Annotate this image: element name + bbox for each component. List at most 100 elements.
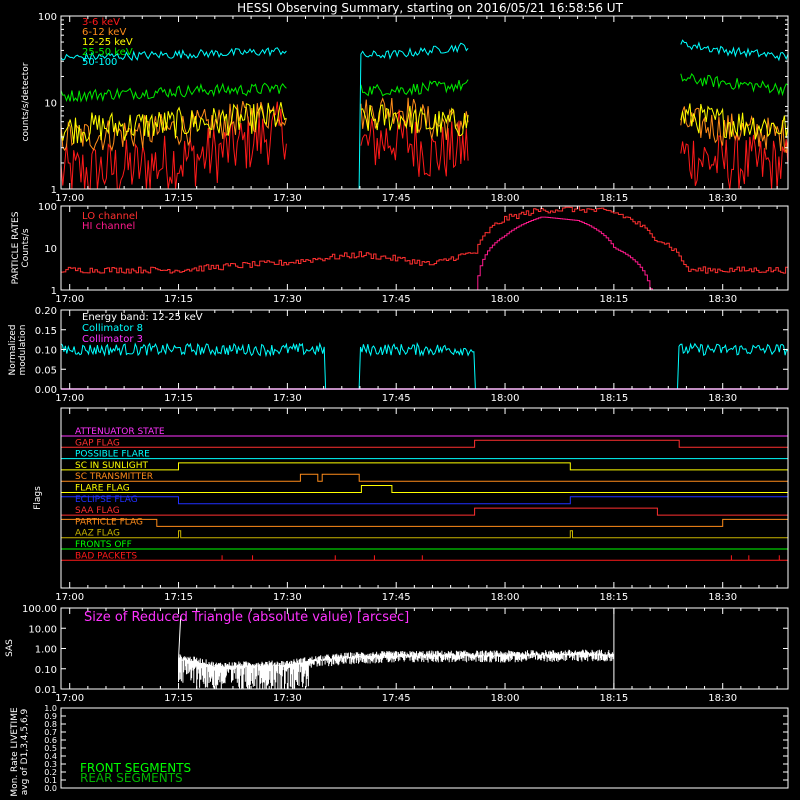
y-tick-label: 0.10 [35,346,57,357]
modulation-ylabel-line: modulation [18,325,28,376]
flag-label: SAA FLAG [75,506,120,516]
plot-area: HESSI Observing Summary, starting on 201… [5,1,789,797]
series-line-3 [60,72,789,103]
y-tick-label: 10 [44,99,57,110]
sas-ylabel-line: SAS [5,639,15,657]
chart-title: HESSI Observing Summary, starting on 201… [237,1,623,15]
series-line-collimator-8 [60,341,789,390]
y-tick-label: 1.00 [35,645,57,656]
y-tick-label: 1 [51,185,57,196]
x-tick-label: 17:15 [164,294,193,305]
x-tick-label: 17:45 [382,294,411,305]
x-tick-label: 18:15 [599,193,628,204]
legend-label: HI channel [82,221,135,232]
particle-frame [60,205,789,291]
y-tick-label: 100 [38,12,57,23]
x-tick-label: 17:15 [164,393,193,404]
x-tick-label: 17:30 [273,193,302,204]
y-tick-label: 100 [38,202,57,213]
x-tick-label: 17:15 [164,193,193,204]
y-tick-label: 0.01 [35,685,57,696]
x-tick-label: 17:30 [273,592,302,603]
livetime-ylabel-line: Mon. Rate LIVETIME [10,707,20,797]
x-tick-label: 17:30 [273,294,302,305]
y-tick-label: 0.00 [35,385,57,396]
flag-label: POSSIBLE FLARE [75,450,150,460]
x-tick-label: 18:00 [491,393,520,404]
x-tick-label: 18:00 [491,294,520,305]
flag-label: AAZ FLAG [75,529,120,539]
series-line-lo [61,205,789,274]
flag-label: FLARE FLAG [75,484,130,494]
x-tick-label: 18:30 [708,693,737,704]
flag-line [61,473,788,482]
legend-label: 50-100 [82,57,117,68]
modulation-ylabel: Normalized modulation [8,324,28,375]
flag-label: ECLIPSE FLAG [75,495,138,505]
y-tick-label: 100.00 [22,604,57,615]
x-tick-label: 18:15 [599,592,628,603]
flag-label: ATTENUATOR STATE [75,427,165,437]
x-tick-label: 18:15 [599,393,628,404]
sas-ylabel: SAS [5,639,15,657]
y-tick-label: 0.05 [35,365,57,376]
flags-ylabel: Flags [33,486,43,510]
x-tick-label: 18:15 [599,693,628,704]
flag-line [61,439,788,448]
y-tick-label: 10.00 [28,624,57,635]
x-tick-label: 18:00 [491,592,520,603]
x-tick-label: 17:45 [382,393,411,404]
flag-line [61,485,788,493]
x-tick-label: 17:45 [382,693,411,704]
counts-frame [60,15,789,190]
y-tick-label: 0.10 [35,665,57,676]
x-tick-label: 17:30 [273,693,302,704]
x-tick-label: 17:45 [382,592,411,603]
x-tick-label: 17:00 [55,592,84,603]
flag-line [61,507,788,516]
legend-label: REAR SEGMENTS [80,771,183,785]
flag-label: SC IN SUNLIGHT [75,461,149,471]
y-tick-label: 0.15 [35,326,57,337]
flags-frame [60,407,789,589]
counts-ylabel: counts/s/detector [21,62,31,141]
particle-ylabel-line: PARTICLE RATES [11,211,21,284]
flag-line [61,462,788,471]
flag-label: FRONTS OFF [75,540,132,550]
sas-label: Size of Reduced Triangle (absolute value… [84,610,409,625]
x-tick-label: 18:30 [708,193,737,204]
x-tick-label: 17:30 [273,393,302,404]
y-tick-label: 0.20 [35,306,57,317]
flag-label: BAD PACKETS [75,551,137,561]
x-tick-label: 18:30 [708,393,737,404]
flag-label: GAP FLAG [75,438,120,448]
x-tick-label: 18:30 [708,294,737,305]
x-tick-label: 17:15 [164,693,193,704]
x-tick-label: 18:00 [491,693,520,704]
series-line-1 [60,97,789,154]
x-tick-label: 17:15 [164,592,193,603]
x-tick-label: 17:00 [55,294,84,305]
livetime-ylabel-line: avg of D1,3,4,5,6,9 [20,708,30,795]
x-tick-label: 18:15 [599,294,628,305]
livetime-ylabel: Mon. Rate LIVETIME avg of D1,3,4,5,6,9 [10,707,30,797]
y-tick-label: 10 [44,244,57,255]
flag-line [60,518,789,527]
counts-ylabel-line: counts/s/detector [21,62,31,141]
flag-line [60,496,789,505]
flags-ylabel-line: Flags [33,486,43,510]
legend-label: Collimator 3 [82,334,143,345]
flag-label: PARTICLE FLAG [75,517,143,527]
x-tick-label: 18:00 [491,193,520,204]
x-tick-label: 17:00 [55,193,84,204]
flag-label: SC TRANSMITTER [75,472,153,482]
legend-label: Collimator 8 [82,323,143,334]
x-tick-label: 17:00 [55,393,84,404]
x-tick-label: 17:00 [55,693,84,704]
particle-ylabel-line: Counts/s [21,228,31,267]
y-tick-label: 0.0 [44,784,57,793]
x-tick-label: 17:45 [382,193,411,204]
flag-line [61,530,788,539]
hessi-summary-figure: HESSI Observing Summary, starting on 201… [0,0,800,800]
x-tick-label: 18:30 [708,592,737,603]
